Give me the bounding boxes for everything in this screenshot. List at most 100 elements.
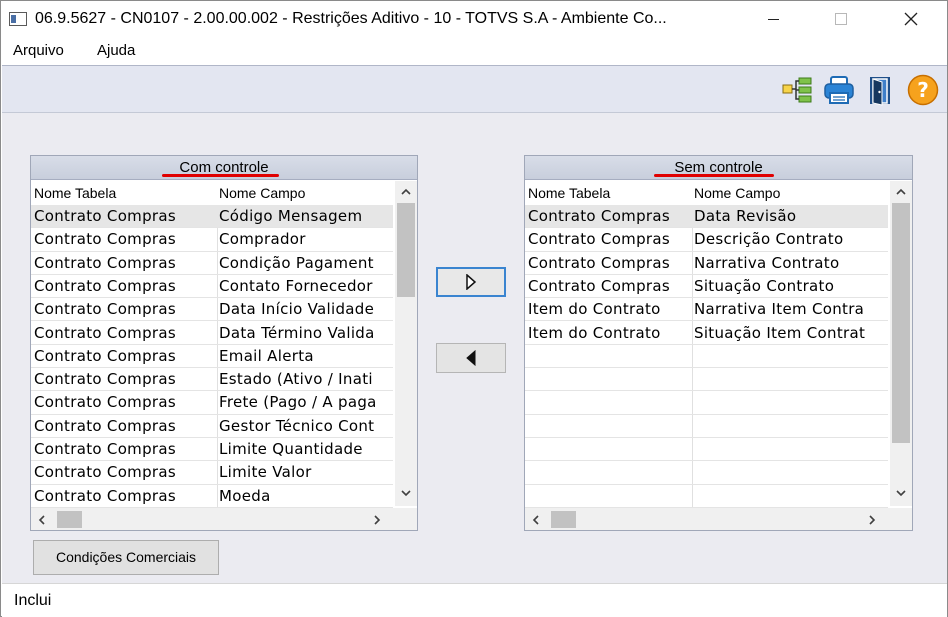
cell-nome-tabela: Contrato Compras [34, 416, 176, 435]
table-row[interactable] [525, 345, 888, 369]
scroll-left-icon[interactable] [532, 515, 539, 525]
minimize-button[interactable] [750, 1, 796, 37]
vertical-scrollbar[interactable] [890, 181, 912, 506]
table-row[interactable] [525, 391, 888, 415]
cell-nome-campo: Data Término Valida [219, 323, 375, 342]
table-row[interactable]: Contrato Compras Comprador [31, 228, 393, 252]
cell-nome-tabela: Contrato Compras [34, 393, 176, 412]
table-row[interactable]: Contrato Compras Data Revisão [525, 205, 888, 229]
minimize-icon [767, 18, 779, 20]
grid-header: Nome Tabela Nome Campo [31, 181, 393, 205]
window-title: 06.9.5627 - CN0107 - 2.00.00.002 - Restr… [35, 10, 667, 27]
header-nome-tabela[interactable]: Nome Tabela [528, 185, 610, 201]
table-row[interactable]: Contrato Compras Descrição Contrato [525, 228, 888, 252]
header-nome-campo[interactable]: Nome Campo [694, 185, 780, 201]
cell-nome-tabela: Contrato Compras [34, 300, 176, 319]
horizontal-scroll-thumb[interactable] [57, 511, 82, 528]
table-row[interactable] [525, 415, 888, 438]
table-row[interactable] [525, 438, 888, 462]
vertical-scroll-thumb[interactable] [892, 203, 910, 443]
menu-arquivo[interactable]: Arquivo [13, 42, 64, 59]
move-left-button[interactable] [436, 343, 506, 373]
table-row[interactable]: Contrato Compras Frete (Pago / A paga [31, 391, 393, 415]
scroll-down-icon[interactable] [395, 486, 417, 500]
printer-icon[interactable] [823, 74, 855, 106]
scroll-right-icon[interactable] [374, 515, 381, 525]
vertical-scrollbar[interactable] [395, 181, 417, 506]
maximize-button[interactable] [818, 1, 864, 37]
arrow-left-icon [466, 350, 476, 366]
cell-nome-campo: Email Alerta [219, 346, 314, 365]
horizontal-scrollbar[interactable] [525, 508, 890, 530]
scroll-right-icon[interactable] [869, 515, 876, 525]
cell-nome-tabela: Contrato Compras [34, 207, 176, 225]
table-row[interactable]: Contrato Compras Narrativa Contrato [525, 252, 888, 275]
cell-nome-campo: Código Mensagem [219, 207, 363, 225]
scroll-down-icon[interactable] [890, 486, 912, 500]
table-row[interactable]: Item do Contrato Narrativa Item Contra [525, 298, 888, 322]
com-controle-grid[interactable]: Com controle Nome Tabela Nome Campo Cont… [30, 155, 418, 531]
grid-caption: Com controle [31, 156, 417, 180]
cell-nome-campo: Gestor Técnico Cont [219, 416, 375, 435]
exit-door-icon[interactable] [865, 74, 897, 106]
table-row[interactable]: Contrato Compras Contato Fornecedor [31, 275, 393, 299]
cell-nome-campo: Descrição Contrato [694, 230, 844, 249]
cell-nome-campo: Contato Fornecedor [219, 276, 373, 295]
menu-ajuda[interactable]: Ajuda [97, 42, 135, 59]
vertical-scroll-thumb[interactable] [397, 203, 415, 297]
table-row[interactable]: Contrato Compras Situação Contrato [525, 275, 888, 299]
application-window: 06.9.5627 - CN0107 - 2.00.00.002 - Restr… [0, 0, 948, 617]
table-row[interactable]: Contrato Compras Email Alerta [31, 345, 393, 369]
cell-nome-campo: Situação Contrato [694, 276, 835, 295]
move-right-button[interactable] [436, 267, 506, 297]
cell-nome-tabela: Contrato Compras [34, 323, 176, 342]
sem-controle-grid[interactable]: Sem controle Nome Tabela Nome Campo Cont… [524, 155, 913, 531]
table-row[interactable]: Contrato Compras Limite Valor [31, 461, 393, 485]
svg-text:?: ? [917, 78, 929, 102]
cell-nome-campo: Estado (Ativo / Inati [219, 370, 373, 389]
scroll-corner [890, 508, 912, 530]
cell-nome-tabela: Contrato Compras [34, 276, 176, 295]
help-icon[interactable]: ? [907, 74, 939, 106]
table-row[interactable]: Contrato Compras Data Início Validade [31, 298, 393, 322]
table-row[interactable]: Contrato Compras Gestor Técnico Cont [31, 415, 393, 438]
caption-annotation-underline [162, 174, 279, 177]
table-row[interactable] [525, 368, 888, 392]
table-row[interactable] [525, 485, 888, 508]
table-row[interactable]: Contrato Compras Código Mensagem [31, 205, 393, 229]
scroll-up-icon[interactable] [395, 184, 417, 198]
tree-structure-icon[interactable] [781, 74, 813, 106]
cell-nome-campo: Data Revisão [694, 207, 797, 225]
cell-nome-tabela: Contrato Compras [34, 463, 176, 482]
cell-nome-tabela: Contrato Compras [34, 440, 176, 458]
cell-nome-tabela: Contrato Compras [34, 486, 176, 505]
arrow-right-icon [466, 274, 477, 290]
table-row[interactable]: Item do Contrato Situação Item Contrat [525, 322, 888, 345]
status-bar: Inclui [2, 583, 947, 617]
grid-header: Nome Tabela Nome Campo [525, 181, 888, 205]
cell-nome-tabela: Contrato Compras [34, 346, 176, 365]
close-button[interactable] [888, 1, 934, 37]
cell-nome-tabela: Contrato Compras [528, 276, 670, 295]
condicoes-comerciais-button[interactable]: Condições Comerciais [33, 540, 219, 575]
title-bar[interactable]: 06.9.5627 - CN0107 - 2.00.00.002 - Restr… [1, 1, 947, 37]
table-row[interactable]: Contrato Compras Condição Pagament [31, 252, 393, 275]
header-nome-campo[interactable]: Nome Campo [219, 185, 305, 201]
cell-nome-campo: Narrativa Item Contra [694, 300, 865, 319]
scroll-left-icon[interactable] [38, 515, 45, 525]
scroll-up-icon[interactable] [890, 184, 912, 198]
table-row[interactable]: Contrato Compras Data Término Valida [31, 322, 393, 345]
cell-nome-tabela: Item do Contrato [528, 300, 661, 319]
cell-nome-tabela: Contrato Compras [528, 207, 670, 225]
horizontal-scroll-thumb[interactable] [551, 511, 576, 528]
menu-bar: Arquivo Ajuda [1, 37, 947, 65]
cell-nome-campo: Narrativa Contrato [694, 253, 840, 272]
table-row[interactable] [525, 461, 888, 485]
app-icon[interactable] [9, 12, 27, 26]
header-nome-tabela[interactable]: Nome Tabela [34, 185, 116, 201]
table-row[interactable]: Contrato Compras Estado (Ativo / Inati [31, 368, 393, 392]
table-row[interactable]: Contrato Compras Limite Quantidade [31, 438, 393, 462]
table-row[interactable]: Contrato Compras Moeda [31, 485, 393, 508]
horizontal-scrollbar[interactable] [31, 508, 395, 530]
cell-nome-campo: Frete (Pago / A paga [219, 393, 377, 412]
